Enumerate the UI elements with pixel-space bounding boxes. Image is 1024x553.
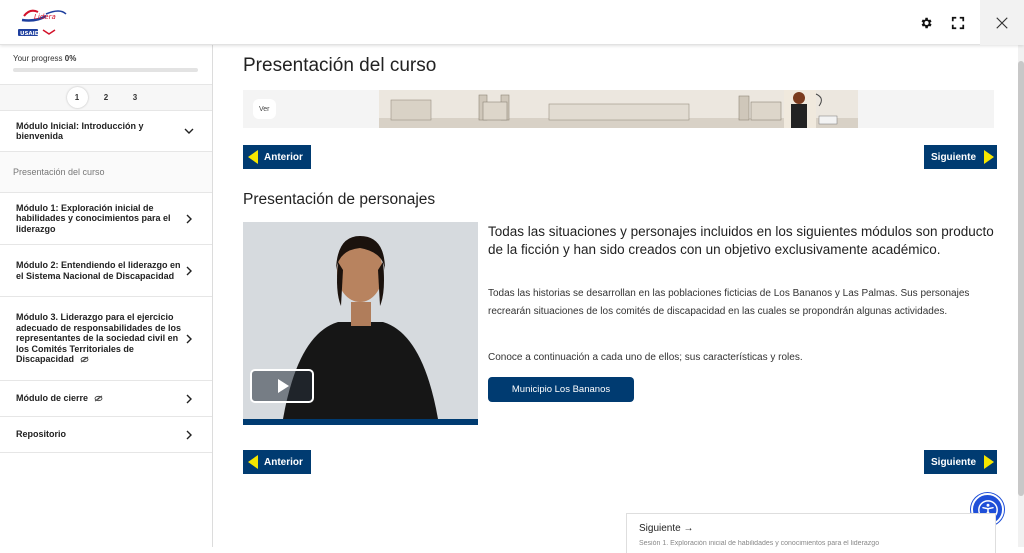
sidebar-item-modulo-3[interactable]: Módulo 3. Liderazgo para el ejercicio ad… <box>0 297 212 381</box>
intro-paragraph-2: Conoce a continuación a cada uno de ello… <box>488 352 803 363</box>
eye-slash-icon <box>94 395 102 402</box>
pager-page-2[interactable]: 2 <box>96 87 117 108</box>
sidebar-item-label: Módulo de cierre <box>16 393 89 404</box>
close-button[interactable] <box>980 0 1024 45</box>
municipio-los-bananos-button[interactable]: Municipio Los Bananos <box>488 377 634 402</box>
chevron-right-icon <box>186 266 192 275</box>
sidebar-item-presentacion[interactable]: Presentación del curso <box>0 152 212 193</box>
banner-view-button[interactable]: Ver <box>253 99 276 119</box>
town-illustration <box>379 90 858 128</box>
sidebar-item-label: Módulo 2: Entendiendo el liderazgo en el… <box>16 260 181 281</box>
fullscreen-icon <box>951 16 965 29</box>
previous-button-label: Anterior <box>264 151 303 163</box>
svg-text:USAID: USAID <box>20 31 40 37</box>
sidebar-item-modulo-inicial[interactable]: Módulo Inicial: Introducción y bienvenid… <box>0 111 212 152</box>
next-button[interactable]: Siguiente <box>924 145 998 169</box>
settings-button[interactable] <box>910 0 942 45</box>
sidebar-item-label: Presentación del curso <box>13 166 105 177</box>
chevron-down-icon <box>184 128 194 134</box>
next-lesson-label: Siguiente → <box>639 523 694 534</box>
pager-page-1[interactable]: 1 <box>66 87 88 108</box>
sidebar-item-modulo-1[interactable]: Módulo 1: Exploración inicial de habilid… <box>0 193 212 245</box>
scrollbar-thumb[interactable] <box>1018 61 1024 496</box>
page-title: Presentación del curso <box>243 55 437 76</box>
svg-text:Lidera: Lidera <box>34 13 56 21</box>
sidebar-pager: 1 2 3 <box>0 85 212 111</box>
sidebar-item-repositorio[interactable]: Repositorio <box>0 417 212 453</box>
progress-label: Your progress <box>13 54 63 63</box>
sidebar-item-label: Módulo 1: Exploración inicial de habilid… <box>16 202 171 234</box>
play-button[interactable] <box>250 369 314 403</box>
next-lesson-title: Sesión 1. Exploración inicial de habilid… <box>639 540 880 547</box>
video-progress-bar <box>243 419 478 425</box>
progress-bar <box>13 68 198 72</box>
progress-panel: Your progress 0% <box>0 45 212 85</box>
sidebar-item-label: Módulo 3. Liderazgo para el ejercicio ad… <box>16 312 182 365</box>
arrow-left-icon <box>248 150 258 164</box>
previous-button[interactable]: Anterior <box>243 145 311 169</box>
section-title: Presentación de personajes <box>243 191 436 208</box>
chevron-right-icon <box>186 214 192 223</box>
intro-paragraph-1: Todas las historias se desarrollan en la… <box>488 288 970 317</box>
eye-slash-icon <box>80 356 88 363</box>
arrow-right-icon <box>984 455 995 469</box>
pager-page-3[interactable]: 3 <box>125 87 146 108</box>
sidebar-item-modulo-cierre[interactable]: Módulo de cierre <box>0 381 212 417</box>
sidebar-item-label: Repositorio <box>16 429 67 440</box>
program-logo-icon: Lidera USAID <box>18 9 67 37</box>
fullscreen-button[interactable] <box>942 0 974 45</box>
sidebar-item-label: Módulo Inicial: Introducción y bienvenid… <box>16 120 144 142</box>
next-button-bottom[interactable]: Siguiente <box>924 450 998 474</box>
course-sidebar: Your progress 0% 1 2 3 Módulo Inicial: I… <box>0 45 213 547</box>
intro-lead-text: Todas las situaciones y personajes inclu… <box>488 224 994 257</box>
arrow-right-icon <box>984 150 995 164</box>
previous-button-label: Anterior <box>264 456 303 468</box>
app-header: Lidera USAID <box>0 0 1024 45</box>
previous-button-bottom[interactable]: Anterior <box>243 450 311 474</box>
chevron-right-icon <box>186 334 192 343</box>
play-icon <box>278 379 289 393</box>
chevron-right-icon <box>186 394 192 403</box>
lesson-content: Presentación del curso Ver Anterior Sigu… <box>213 45 1024 553</box>
next-lesson-card[interactable]: Siguiente → Sesión 1. Exploración inicia… <box>626 513 996 553</box>
video-player[interactable] <box>243 222 478 425</box>
chevron-right-icon <box>186 430 192 439</box>
lesson-banner: Ver <box>243 90 994 128</box>
next-button-label: Siguiente <box>931 456 977 468</box>
sidebar-item-modulo-2[interactable]: Módulo 2: Entendiendo el liderazgo en el… <box>0 245 212 297</box>
next-button-label: Siguiente <box>931 151 977 163</box>
gear-icon <box>921 17 932 28</box>
progress-value: 0% <box>64 54 77 63</box>
arrow-left-icon <box>248 455 258 469</box>
close-icon <box>996 16 1008 29</box>
